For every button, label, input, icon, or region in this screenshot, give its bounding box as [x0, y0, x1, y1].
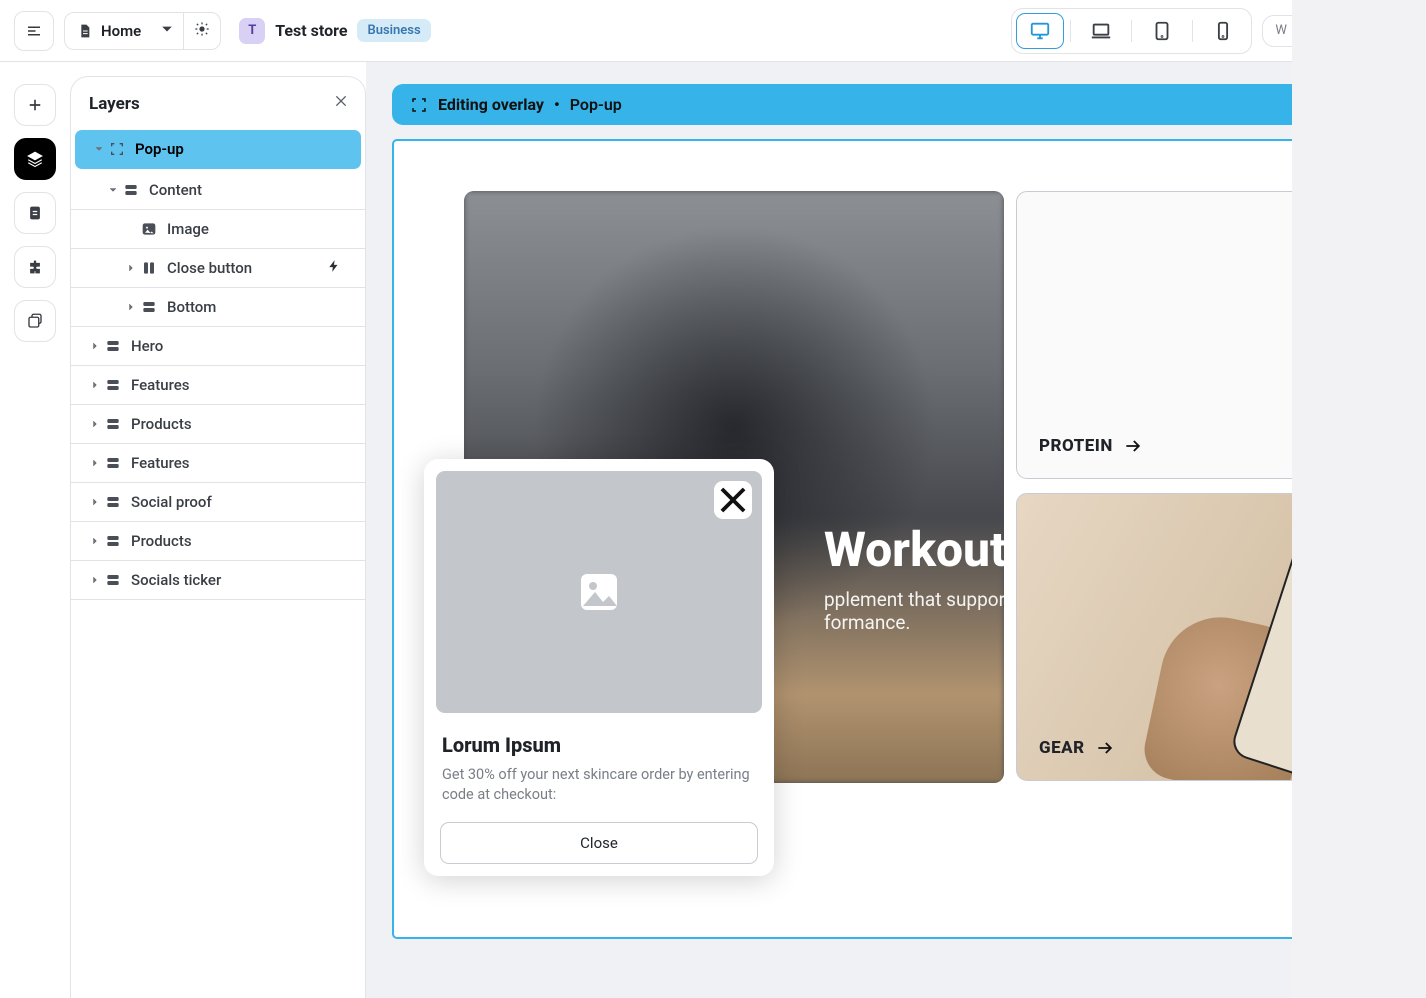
tile-gear-label: GEAR	[1039, 738, 1085, 758]
store-name: Test store	[275, 21, 347, 40]
layer-row-social-proof[interactable]: Social proof	[71, 483, 365, 522]
pages-button[interactable]	[14, 192, 56, 234]
canvas: Editing overlay • Pop-up Workout pplemen…	[366, 62, 1426, 998]
chevron-down-icon	[151, 21, 183, 41]
popup-action-button[interactable]: Close	[440, 822, 758, 864]
stage[interactable]: Workout pplement that supports formance.…	[392, 139, 1426, 939]
hero-title: Workout	[824, 521, 1004, 578]
page-icon	[26, 204, 44, 222]
layers-panel: Layers Pop-up Content Image Close button Bot…	[70, 76, 366, 998]
layers-icon	[26, 150, 44, 168]
top-bar: Home T Test store Business W 1200	[0, 0, 1426, 62]
image-icon	[575, 568, 623, 616]
mobile-icon	[1212, 20, 1234, 42]
layer-label: Image	[167, 220, 209, 238]
close-icon	[333, 93, 349, 109]
document-icon	[77, 23, 93, 39]
layer-row-bottom[interactable]: Bottom	[71, 288, 365, 327]
add-button[interactable]	[14, 84, 56, 126]
popup-title: Lorum Ipsum	[442, 733, 762, 757]
layer-row-features[interactable]: Features	[71, 366, 365, 405]
layer-row-hero[interactable]: Hero	[71, 327, 365, 366]
layer-label: Products	[131, 532, 192, 550]
device-preview-group	[1011, 8, 1252, 54]
tile-protein-label: PROTEIN	[1039, 436, 1113, 456]
menu-button[interactable]	[14, 11, 54, 51]
popup-image-placeholder[interactable]	[436, 471, 762, 713]
layer-row-socials-ticker[interactable]: Socials ticker	[71, 561, 365, 600]
layer-label: Social proof	[131, 493, 212, 511]
overlay-sep: •	[554, 95, 560, 114]
blocks-button[interactable]	[14, 246, 56, 288]
layer-label: Bottom	[167, 298, 216, 316]
page-settings-button[interactable]	[183, 13, 220, 49]
assets-button[interactable]	[14, 300, 56, 342]
device-mobile-button[interactable]	[1199, 13, 1247, 49]
page-selector[interactable]: Home	[64, 12, 221, 50]
layer-label: Content	[149, 181, 202, 199]
layer-label: Pop-up	[135, 140, 184, 158]
assets-icon	[26, 312, 44, 330]
store-avatar: T	[239, 18, 265, 44]
hero-line1: pplement that supports	[824, 588, 1004, 611]
arrow-right-icon	[1095, 738, 1115, 758]
width-label: W	[1275, 23, 1287, 38]
plan-badge: Business	[357, 19, 430, 42]
laptop-icon	[1090, 20, 1112, 42]
popup-close-button[interactable]	[714, 481, 752, 519]
close-panel-button[interactable]	[333, 93, 349, 114]
layer-row-products[interactable]: Products	[71, 522, 365, 561]
layer-row-pop-up[interactable]: Pop-up	[75, 130, 361, 169]
popup-body: Get 30% off your next skincare order by …	[442, 765, 762, 806]
layer-row-content[interactable]: Content	[71, 171, 365, 210]
layer-label: Close button	[167, 259, 252, 277]
layers-tree: Pop-up Content Image Close button Bottom Hero…	[71, 128, 365, 998]
overlay-prefix: Editing overlay	[438, 95, 544, 114]
viewport-crop	[1292, 0, 1426, 998]
frame-icon	[410, 96, 428, 114]
layer-label: Features	[131, 376, 189, 394]
layer-row-image[interactable]: Image	[71, 210, 365, 249]
layer-label: Socials ticker	[131, 571, 221, 589]
layers-title: Layers	[89, 94, 140, 114]
plus-icon	[26, 96, 44, 114]
overlay-name: Pop-up	[570, 95, 622, 114]
menu-icon	[25, 22, 43, 40]
arrow-right-icon	[1123, 436, 1143, 456]
left-rail	[0, 62, 70, 998]
page-name: Home	[101, 22, 141, 40]
close-icon	[714, 476, 752, 524]
popup-preview[interactable]: Lorum Ipsum Get 30% off your next skinca…	[424, 459, 774, 876]
hero-line2: formance.	[824, 611, 1004, 634]
layers-button[interactable]	[14, 138, 56, 180]
desktop-icon	[1029, 20, 1051, 42]
layer-row-close-button[interactable]: Close button	[71, 249, 365, 288]
overlay-bar[interactable]: Editing overlay • Pop-up	[392, 84, 1426, 125]
layer-label: Hero	[131, 337, 163, 355]
store-info: T Test store Business	[239, 18, 430, 44]
gear-icon	[194, 21, 210, 37]
device-tablet-button[interactable]	[1138, 13, 1186, 49]
layer-row-features[interactable]: Features	[71, 444, 365, 483]
puzzle-icon	[26, 258, 44, 276]
device-desktop-button[interactable]	[1016, 13, 1064, 49]
layer-label: Features	[131, 454, 189, 472]
layer-row-products[interactable]: Products	[71, 405, 365, 444]
tablet-icon	[1151, 20, 1173, 42]
device-laptop-button[interactable]	[1077, 13, 1125, 49]
layer-label: Products	[131, 415, 192, 433]
